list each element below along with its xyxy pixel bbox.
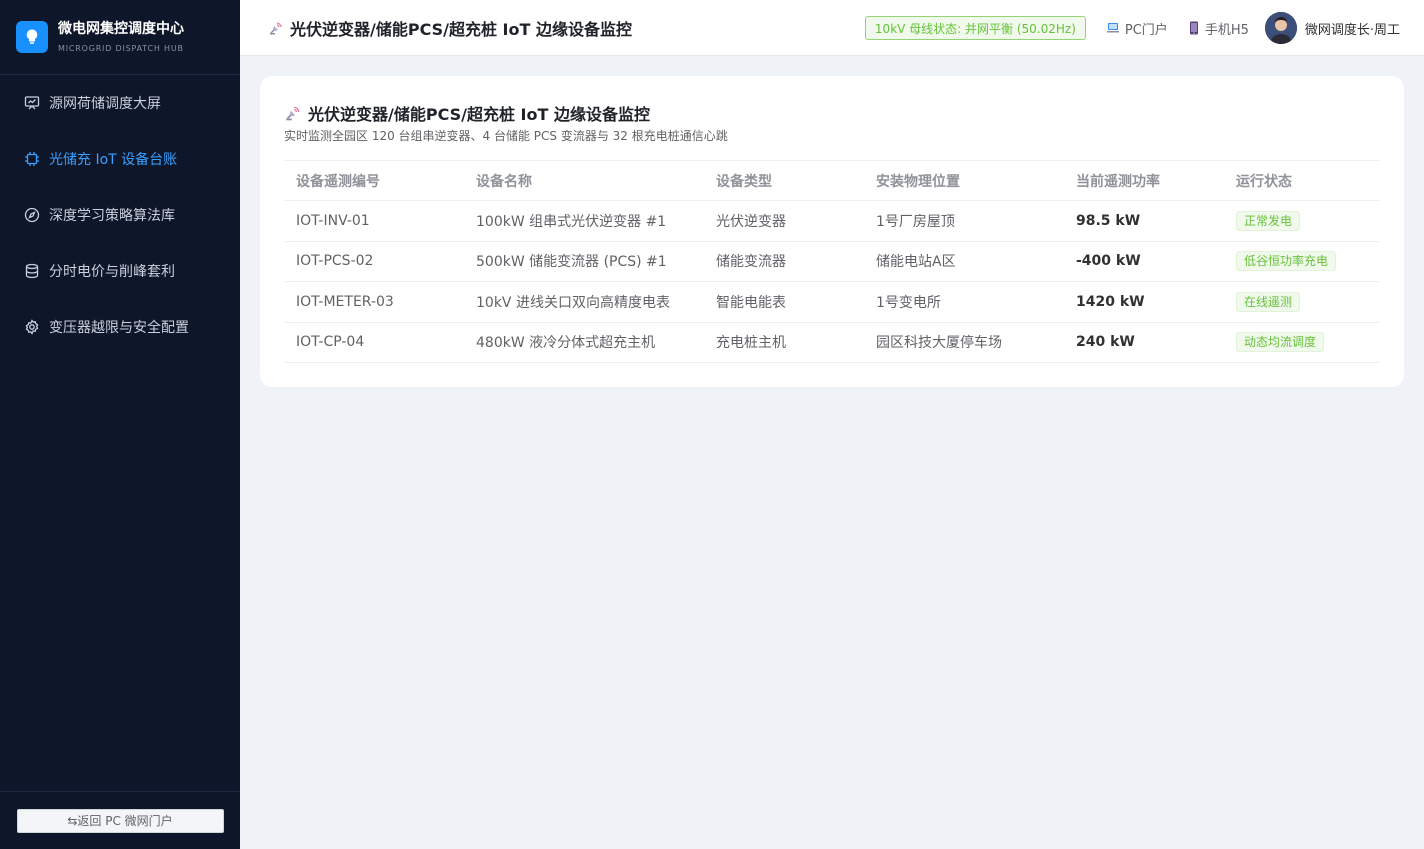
brand: 微电网集控调度中心 MICROGRID DISPATCH HUB — [0, 0, 240, 75]
cell-location: 园区科技大厦停车场 — [864, 322, 1064, 363]
page-title: 光伏逆变器/储能PCS/超充桩 IoT 边缘设备监控 — [268, 16, 632, 40]
table-row[interactable]: IOT-INV-01 100kW 组串式光伏逆变器 #1 光伏逆变器 1号厂房屋… — [284, 200, 1380, 242]
brand-title: 微电网集控调度中心 — [58, 21, 184, 37]
cell-id: IOT-METER-03 — [284, 281, 464, 323]
lightbulb-icon — [16, 21, 48, 53]
cell-id: IOT-PCS-02 — [284, 241, 464, 282]
device-monitor-card: 光伏逆变器/储能PCS/超充桩 IoT 边缘设备监控 实时监测全园区 120 台… — [260, 76, 1404, 387]
cell-type: 充电桩主机 — [704, 322, 864, 363]
cell-name: 500kW 储能变流器 (PCS) #1 — [464, 241, 704, 282]
user-menu[interactable]: 微网调度长·周工 — [1264, 12, 1400, 44]
compass-icon — [24, 207, 40, 223]
return-pc-portal-button[interactable]: ⇆返回 PC 微网门户 — [16, 808, 224, 833]
column-header-status: 运行状态 — [1224, 160, 1380, 201]
sidebar-item-dashboard[interactable]: 源网荷储调度大屏 — [0, 75, 240, 131]
cell-power: 98.5 kW — [1064, 200, 1224, 242]
brand-subtitle: MICROGRID DISPATCH HUB — [58, 44, 184, 53]
device-table: 设备遥测编号 设备名称 设备类型 安装物理位置 当前遥测功率 运行状态 IOT-… — [284, 160, 1380, 363]
cell-type: 智能电能表 — [704, 281, 864, 323]
mobile-h5-link[interactable]: 手机H5 — [1188, 19, 1249, 38]
card-subtitle: 实时监测全园区 120 台组串逆变器、4 台储能 PCS 变流器与 32 根充电… — [284, 129, 728, 143]
dashboard-screen-icon — [24, 95, 40, 111]
column-header-id: 设备遥测编号 — [284, 160, 464, 201]
status-badge: 动态均流调度 — [1236, 332, 1325, 353]
cell-type: 储能变流器 — [704, 241, 864, 282]
laptop-icon — [1106, 21, 1120, 35]
column-header-power: 当前遥测功率 — [1064, 160, 1224, 201]
column-header-type: 设备类型 — [704, 160, 864, 201]
card-title-text: 光伏逆变器/储能PCS/超充桩 IoT 边缘设备监控 — [308, 105, 650, 124]
table-row[interactable]: IOT-METER-03 10kV 进线关口双向高精度电表 智能电能表 1号变电… — [284, 281, 1380, 323]
table-row[interactable]: IOT-PCS-02 500kW 储能变流器 (PCS) #1 储能变流器 储能… — [284, 241, 1380, 282]
cell-name: 100kW 组串式光伏逆变器 #1 — [464, 200, 704, 242]
cell-status: 动态均流调度 — [1224, 322, 1380, 363]
gear-icon — [24, 319, 40, 335]
sidebar-item-label: 源网荷储调度大屏 — [49, 96, 161, 112]
cell-power: -400 kW — [1064, 241, 1224, 282]
cell-location: 1号厂房屋顶 — [864, 200, 1064, 242]
cell-status: 低谷恒功率充电 — [1224, 241, 1380, 282]
cell-status: 在线遥测 — [1224, 281, 1380, 323]
status-badge: 低谷恒功率充电 — [1236, 251, 1337, 272]
header-actions: 10kV 母线状态: 并网平衡 (50.02Hz) PC门户 手机H5 微网调度… — [864, 0, 1400, 56]
sidebar: 微电网集控调度中心 MICROGRID DISPATCH HUB 源网荷储调度大… — [0, 0, 240, 849]
user-name: 微网调度长·周工 — [1304, 22, 1400, 38]
satellite-icon — [284, 104, 302, 122]
cell-name: 10kV 进线关口双向高精度电表 — [464, 281, 704, 323]
page-title-text: 光伏逆变器/储能PCS/超充桩 IoT 边缘设备监控 — [290, 19, 632, 39]
pc-portal-link[interactable]: PC门户 — [1106, 19, 1168, 38]
bus-status-badge: 10kV 母线状态: 并网平衡 (50.02Hz) — [864, 16, 1086, 40]
pc-portal-label: PC门户 — [1124, 22, 1168, 38]
cell-location: 1号变电所 — [864, 281, 1064, 323]
sidebar-item-tou-pricing[interactable]: 分时电价与削峰套利 — [0, 243, 240, 299]
sidebar-item-label: 分时电价与削峰套利 — [49, 264, 175, 280]
cell-type: 光伏逆变器 — [704, 200, 864, 242]
sidebar-item-algorithms[interactable]: 深度学习策略算法库 — [0, 187, 240, 243]
cell-id: IOT-INV-01 — [284, 200, 464, 242]
sidebar-item-label: 变压器越限与安全配置 — [49, 320, 189, 336]
sidebar-item-label: 深度学习策略算法库 — [49, 208, 175, 224]
satellite-icon — [268, 20, 284, 36]
cell-id: IOT-CP-04 — [284, 322, 464, 363]
cell-power: 240 kW — [1064, 322, 1224, 363]
table-header-row: 设备遥测编号 设备名称 设备类型 安装物理位置 当前遥测功率 运行状态 — [284, 160, 1380, 201]
cell-name: 480kW 液冷分体式超充主机 — [464, 322, 704, 363]
cell-location: 储能电站A区 — [864, 241, 1064, 282]
status-badge: 正常发电 — [1236, 210, 1301, 231]
column-header-name: 设备名称 — [464, 160, 704, 201]
mobile-icon — [1188, 21, 1200, 35]
card-title: 光伏逆变器/储能PCS/超充桩 IoT 边缘设备监控 — [284, 102, 1380, 124]
mobile-h5-label: 手机H5 — [1204, 22, 1249, 38]
status-badge: 在线遥测 — [1236, 291, 1301, 312]
top-header: 光伏逆变器/储能PCS/超充桩 IoT 边缘设备监控 10kV 母线状态: 并网… — [240, 0, 1424, 56]
cell-power: 1420 kW — [1064, 281, 1224, 323]
sidebar-item-label: 光储充 IoT 设备台账 — [49, 152, 178, 168]
cell-status: 正常发电 — [1224, 200, 1380, 242]
table-row[interactable]: IOT-CP-04 480kW 液冷分体式超充主机 充电桩主机 园区科技大厦停车… — [284, 322, 1380, 363]
sidebar-footer: ⇆返回 PC 微网门户 — [0, 791, 240, 849]
column-header-location: 安装物理位置 — [864, 160, 1064, 201]
sidebar-item-transformer-safety[interactable]: 变压器越限与安全配置 — [0, 299, 240, 355]
chip-icon — [24, 151, 40, 167]
avatar — [1264, 12, 1297, 44]
sidebar-item-iot-ledger[interactable]: 光储充 IoT 设备台账 — [0, 131, 240, 187]
database-icon — [24, 263, 40, 279]
sidebar-menu: 源网荷储调度大屏 光储充 IoT 设备台账 深度学习策略算法库 分时电价与削峰套… — [0, 75, 240, 355]
